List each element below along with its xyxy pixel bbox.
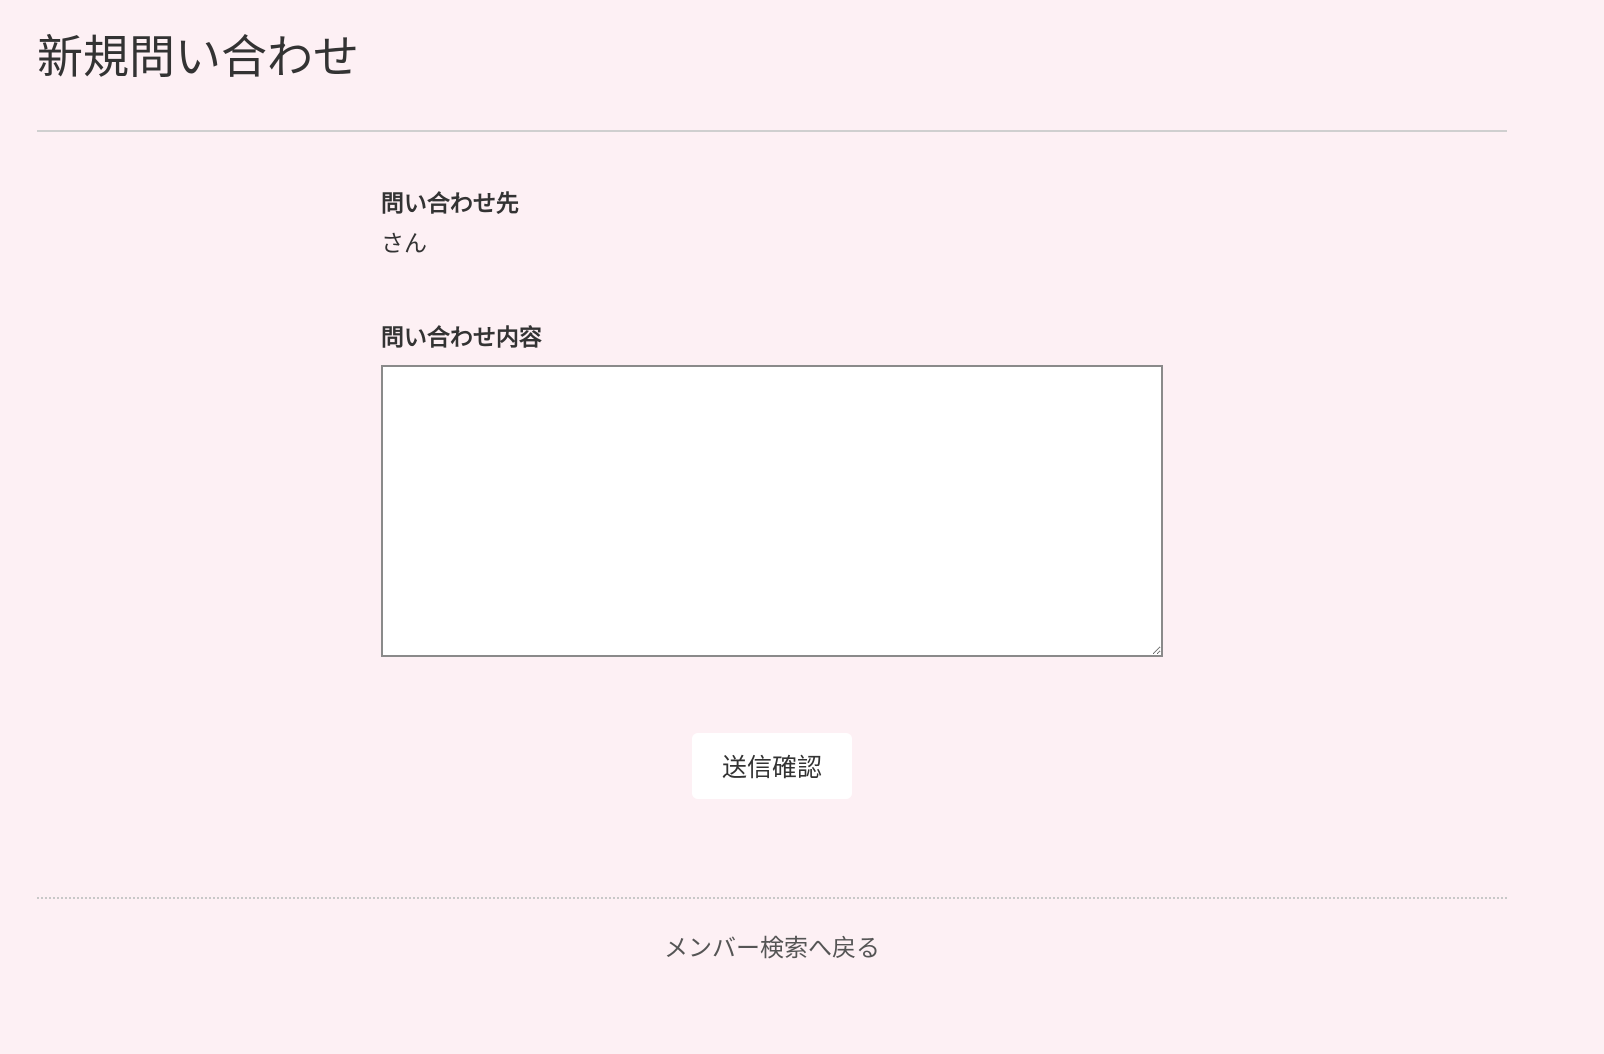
inquiry-form: 問い合わせ先 さん 問い合わせ内容 (381, 190, 1163, 657)
title-divider (37, 130, 1507, 132)
inquiry-content-textarea[interactable] (381, 364, 1163, 657)
submit-confirm-button[interactable]: 送信確認 (692, 733, 852, 799)
recipient-value: さん (381, 230, 427, 257)
recipient-label: 問い合わせ先 (381, 191, 519, 217)
page-title: 新規問い合わせ (37, 30, 359, 84)
footer-divider (37, 897, 1507, 899)
back-to-member-search-link[interactable]: メンバー検索へ戻る (0, 928, 1544, 963)
content-label: 問い合わせ内容 (381, 324, 542, 351)
